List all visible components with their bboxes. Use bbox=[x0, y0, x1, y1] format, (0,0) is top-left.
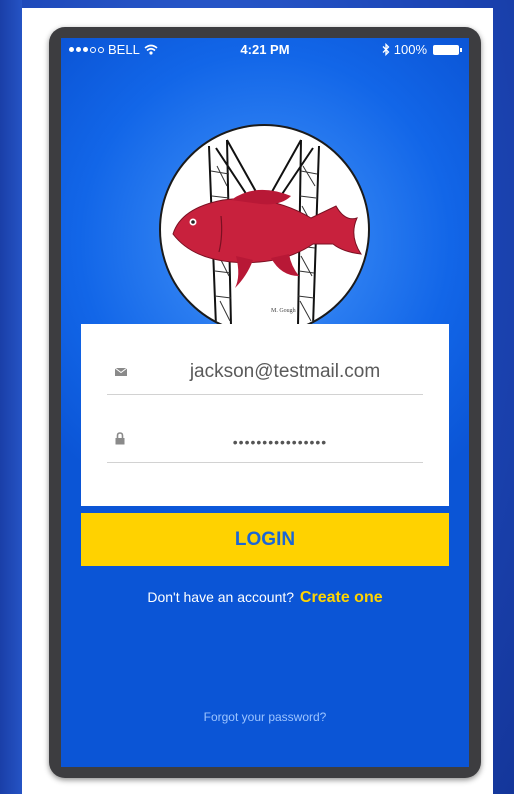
app-screen: BELL 4:21 PM 100% M. Gough jackson@testm… bbox=[61, 38, 469, 767]
forgot-password-link[interactable]: Forgot your password? bbox=[61, 710, 469, 724]
page-backdrop bbox=[0, 0, 22, 794]
create-account-link[interactable]: Create one bbox=[300, 589, 383, 606]
brand-logo: M. Gough bbox=[159, 124, 370, 335]
email-field[interactable]: jackson@testmail.com bbox=[107, 354, 423, 395]
phone-frame: BELL 4:21 PM 100% M. Gough jackson@testm… bbox=[49, 27, 481, 778]
bluetooth-icon bbox=[382, 43, 390, 56]
signup-prompt: Don't have an account? bbox=[147, 589, 295, 605]
battery-icon bbox=[433, 44, 462, 55]
svg-text:M. Gough: M. Gough bbox=[271, 308, 296, 314]
status-right: 100% bbox=[382, 42, 462, 57]
battery-percent: 100% bbox=[393, 42, 427, 57]
signup-row: Don't have an account? Create one bbox=[61, 589, 469, 607]
password-input-value[interactable]: •••••••••••••••• bbox=[107, 422, 423, 462]
email-input-value[interactable]: jackson@testmail.com bbox=[107, 354, 423, 390]
status-bar: BELL 4:21 PM 100% bbox=[61, 38, 469, 62]
login-form: jackson@testmail.com •••••••••••••••• bbox=[81, 324, 449, 506]
login-button[interactable]: LOGIN bbox=[81, 513, 449, 566]
fish-logo-icon: M. Gough bbox=[172, 139, 363, 327]
password-field[interactable]: •••••••••••••••• bbox=[107, 422, 423, 463]
